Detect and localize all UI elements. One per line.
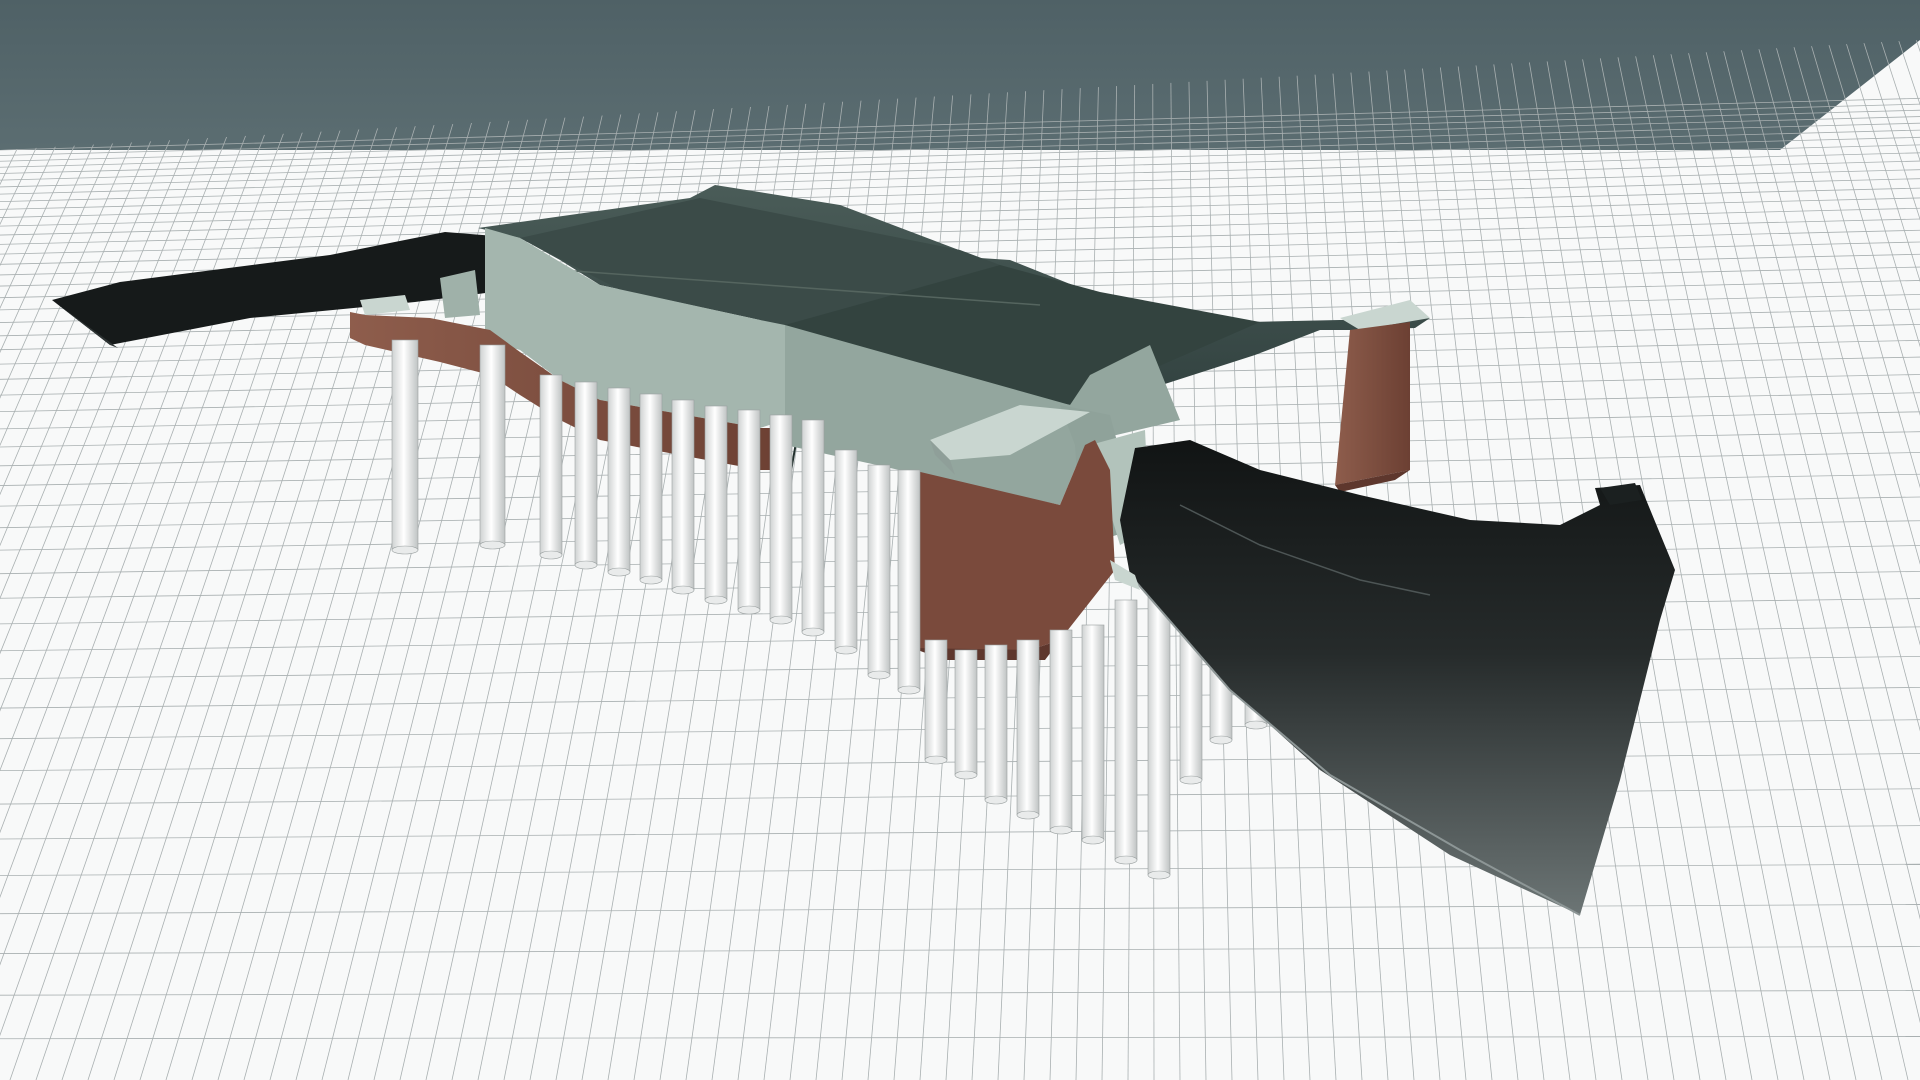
- pile: [639, 393, 663, 585]
- pile: [897, 469, 921, 695]
- pile: [671, 399, 695, 595]
- pile: [1016, 639, 1040, 820]
- pile: [1081, 624, 1105, 845]
- pile: [834, 449, 858, 655]
- pile: [1049, 629, 1073, 835]
- pile: [574, 381, 598, 570]
- pile: [391, 339, 419, 555]
- pile: [954, 649, 978, 780]
- pile: [1147, 584, 1171, 880]
- pile: [1114, 599, 1138, 865]
- pile: [924, 639, 948, 765]
- pile: [801, 419, 825, 637]
- pile: [539, 374, 563, 560]
- 3d-viewport[interactable]: [0, 0, 1920, 1080]
- pile: [479, 344, 506, 550]
- pile: [737, 409, 761, 615]
- pile: [704, 405, 728, 605]
- 3d-scene-canvas[interactable]: [0, 0, 1920, 1080]
- pile: [769, 414, 793, 625]
- pile: [607, 387, 631, 577]
- pile: [984, 644, 1008, 805]
- pile: [867, 464, 891, 680]
